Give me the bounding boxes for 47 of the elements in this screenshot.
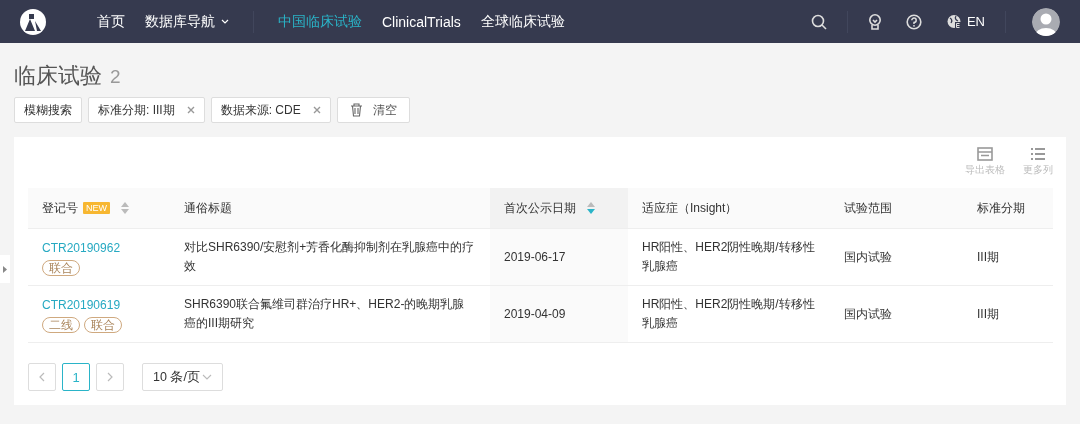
table-icon xyxy=(977,147,993,161)
trash-icon xyxy=(349,103,363,117)
column-header: 标准分期 xyxy=(977,199,1025,217)
table-cell: HR阳性、HER2阴性晚期/转移性乳腺癌 xyxy=(642,297,815,330)
nav-link[interactable]: ClinicalTrials xyxy=(372,0,471,43)
page-title: 临床试验 xyxy=(14,62,102,90)
table-cell: 国内试验 xyxy=(844,249,892,264)
nav-link[interactable]: 中国临床试验 xyxy=(268,0,372,43)
table-cell: 对比SHR6390/安慰剂+芳香化酶抑制剂在乳腺癌中的疗效 xyxy=(184,240,475,273)
language-button[interactable]: EN xyxy=(946,14,985,29)
table-cell: 国内试验 xyxy=(844,306,892,321)
table-cell: III期 xyxy=(977,249,999,264)
page-size-select[interactable]: 10 条/页 xyxy=(142,363,223,391)
nav-link[interactable]: 首页 xyxy=(87,0,135,43)
lightbulb-icon[interactable] xyxy=(867,13,882,30)
column-header: 适应症（Insight） xyxy=(642,199,738,217)
caret-right-icon xyxy=(3,265,7,273)
nav-link[interactable]: 数据库导航 xyxy=(135,0,239,43)
search-icon[interactable] xyxy=(810,13,827,30)
close-icon[interactable] xyxy=(186,106,195,114)
table-cell: 2019-06-17 xyxy=(504,249,566,264)
new-badge: NEW xyxy=(83,202,110,214)
fuzzy-search-button[interactable]: 模糊搜索 xyxy=(14,97,82,123)
column-header: 通俗标题 xyxy=(184,199,232,217)
table-cell: HR阳性、HER2阴性晚期/转移性乳腺癌 xyxy=(642,240,815,273)
sort-icon[interactable] xyxy=(587,202,595,214)
chevron-down-icon xyxy=(201,374,212,380)
globe-icon xyxy=(946,14,962,29)
sidebar-toggle[interactable] xyxy=(0,255,10,283)
table-cell: SHR6390联合氟维司群治疗HR+、HER2-的晚期乳腺癌的III期研究 xyxy=(184,297,465,330)
clear-button[interactable]: 清空 xyxy=(336,97,410,123)
table-cell: 2019-04-09 xyxy=(504,306,566,321)
sort-icon[interactable] xyxy=(121,202,129,214)
filter-tag[interactable]: 标准分期: III期 xyxy=(88,97,205,123)
nav-link[interactable]: 全球临床试验 xyxy=(470,0,575,43)
result-count: 2 xyxy=(110,66,121,88)
column-header: 试验范围 xyxy=(844,199,892,217)
avatar-icon[interactable] xyxy=(1032,7,1060,36)
filter-tag[interactable]: 数据来源: CDE xyxy=(210,97,331,123)
chevron-right-icon xyxy=(107,372,113,382)
list-icon xyxy=(1030,147,1046,161)
table-cell: III期 xyxy=(977,306,999,321)
logo-icon[interactable] xyxy=(20,8,46,35)
chevron-left-icon xyxy=(39,372,45,382)
close-icon[interactable] xyxy=(312,106,321,114)
column-header[interactable]: 登记号 xyxy=(42,199,78,217)
help-icon[interactable] xyxy=(905,13,922,30)
